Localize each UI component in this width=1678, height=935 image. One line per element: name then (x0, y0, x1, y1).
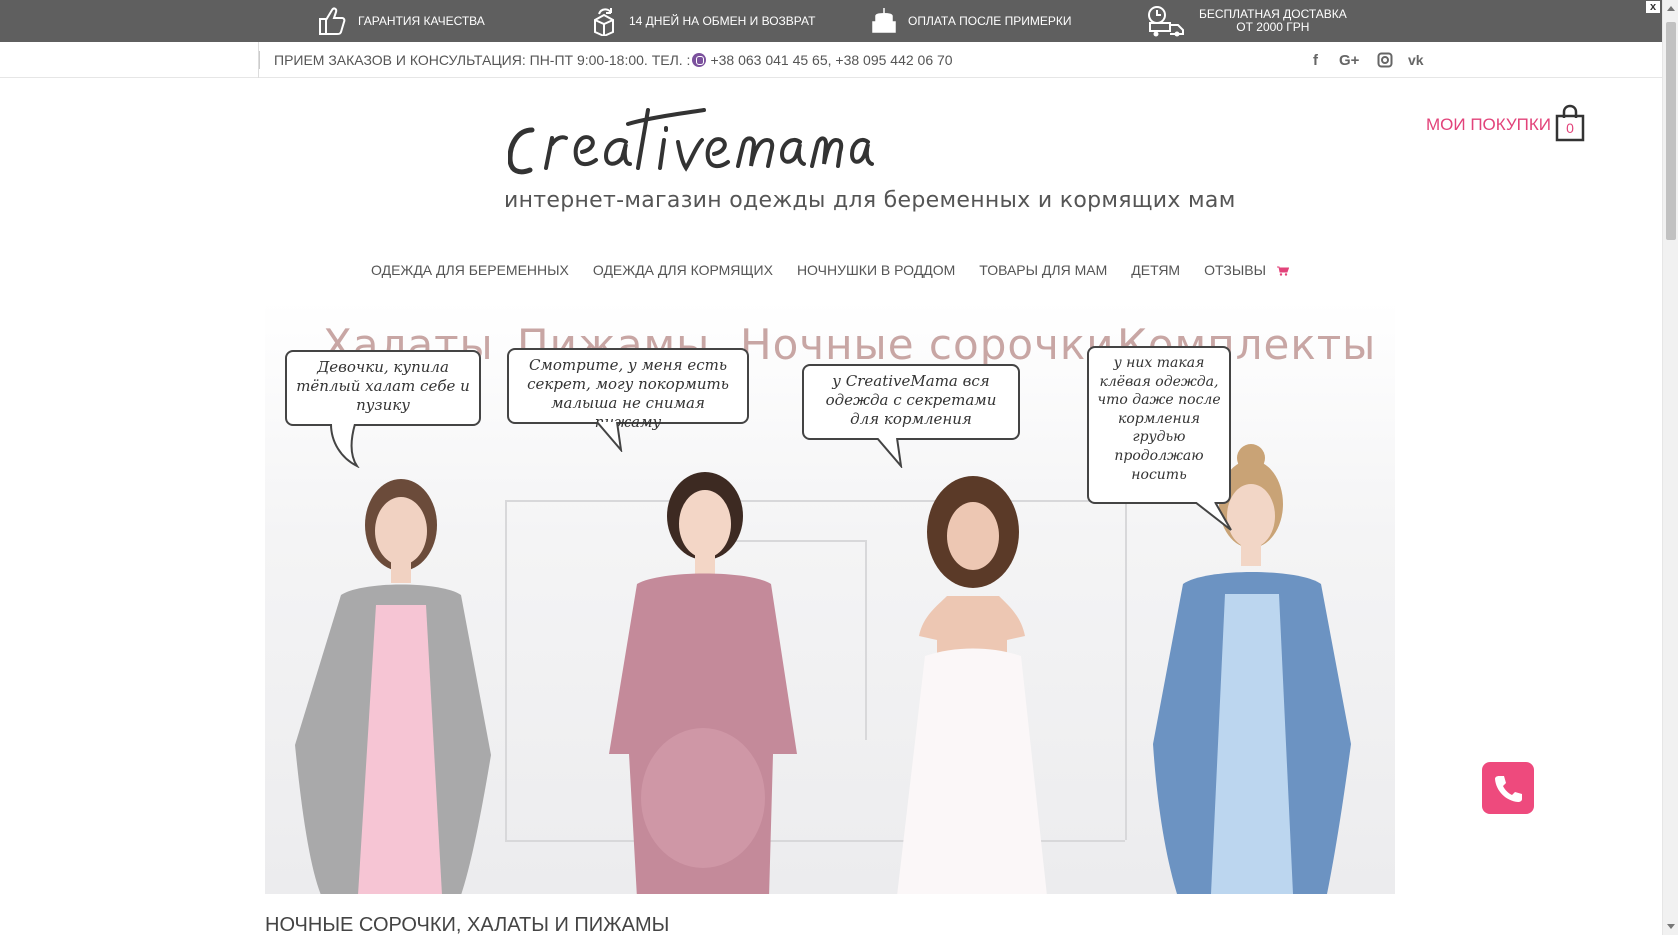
woman-gray-robe-image (295, 479, 491, 894)
section-title: НОЧНЫЕ СОРОЧКИ, ХАЛАТЫ И ПИЖАМЫ (265, 914, 670, 935)
nav-cart-icon[interactable] (1277, 266, 1289, 276)
nav-item-maternity-nightwear[interactable]: НОЧНУШКИ В РОДДОМ (797, 262, 955, 282)
speech-bubble-tail (1195, 502, 1232, 531)
contact-divider (259, 51, 260, 69)
speech-bubble-sets: у них такая клёвая одежда, что даже посл… (1087, 346, 1231, 504)
thumbs-up-icon (319, 7, 346, 35)
woman-blue-robe-image (1153, 444, 1351, 894)
main-nav: ОДЕЖДА ДЛЯ БЕРЕМЕННЫХ ОДЕЖДА ДЛЯ КОРМЯЩИ… (371, 262, 1266, 282)
hero-banner[interactable]: Халаты Пижамы Ночные сорочки Комплекты Д… (265, 300, 1395, 894)
scroll-down-arrow-icon[interactable] (1667, 924, 1675, 929)
page: ГАРАНТИЯ КАЧЕСТВА 14 ДНЕЙ НА ОБМЕН И ВОЗ… (0, 0, 1678, 935)
nav-item-reviews[interactable]: ОТЗЫВЫ (1204, 262, 1266, 282)
speech-bubble-tail (596, 422, 623, 452)
googleplus-icon[interactable]: G+ (1339, 42, 1359, 78)
return-box-icon (594, 8, 614, 36)
logo-tagline: интернет-магазин одежды для беременных и… (504, 188, 1236, 213)
call-button[interactable] (1482, 762, 1534, 814)
viber-icon (692, 53, 707, 67)
creativemama-logo[interactable] (508, 100, 874, 188)
promo-payment: ОПЛАТА ПОСЛЕ ПРИМЕРКИ (872, 0, 1071, 42)
promo-quality: ГАРАНТИЯ КАЧЕСТВА (318, 0, 485, 42)
contact-info: ПРИЕМ ЗАКАЗОВ И КОНСУЛЬТАЦИЯ: ПН-ПТ 9:00… (258, 42, 953, 78)
cake-payment-icon (872, 8, 896, 33)
speech-bubble-robe: Девочки, купила тёплый халат себе и пузи… (285, 350, 481, 426)
speech-bubble-nightgown: у CreativeMama вся одежда с секретами дл… (802, 364, 1020, 440)
phone-icon (1495, 776, 1522, 802)
promo-quality-text: ГАРАНТИЯ КАЧЕСТВА (358, 14, 485, 28)
woman-white-nightgown-image (897, 476, 1047, 894)
promo-return-text: 14 ДНЕЙ НА ОБМЕН И ВОЗВРАТ (629, 14, 816, 28)
nav-item-nursing[interactable]: ОДЕЖДА ДЛЯ КОРМЯЩИХ (593, 262, 773, 282)
scroll-thumb[interactable] (1666, 22, 1676, 240)
delivery-truck-icon (1148, 6, 1184, 37)
banner-category-nightgowns[interactable]: Ночные сорочки (740, 320, 1115, 369)
instagram-icon[interactable] (1377, 42, 1393, 78)
speech-bubble-pajama: Смотрите, у меня есть секрет, могу покор… (507, 348, 749, 431)
scroll-up-arrow-icon[interactable] (1667, 6, 1675, 11)
page-scrollbar[interactable] (1662, 0, 1678, 935)
vk-icon[interactable]: vk (1408, 42, 1424, 78)
nav-item-pregnant[interactable]: ОДЕЖДА ДЛЯ БЕРЕМЕННЫХ (371, 262, 569, 282)
speech-bubble-tail (876, 438, 903, 468)
promo-payment-text: ОПЛАТА ПОСЛЕ ПРИМЕРКИ (908, 14, 1072, 28)
promo-return: 14 ДНЕЙ НА ОБМЕН И ВОЗВРАТ (591, 0, 815, 42)
contact-phones[interactable]: +38 063 041 45 65, +38 095 442 06 70 (710, 52, 952, 68)
cart-count: 0 (1566, 120, 1574, 136)
promo-delivery: БЕСПЛАТНАЯ ДОСТАВКА ОТ 2000 ГРН (1147, 0, 1347, 42)
woman-mauve-pajama-image (609, 472, 797, 894)
promo-delivery-text: БЕСПЛАТНАЯ ДОСТАВКА ОТ 2000 ГРН (1199, 8, 1347, 34)
promo-bar: ГАРАНТИЯ КАЧЕСТВА 14 ДНЕЙ НА ОБМЕН И ВОЗ… (0, 0, 1662, 42)
contact-bar: ПРИЕМ ЗАКАЗОВ И КОНСУЛЬТАЦИЯ: ПН-ПТ 9:00… (0, 42, 1662, 78)
nav-item-mom-goods[interactable]: ТОВАРЫ ДЛЯ МАМ (979, 262, 1107, 282)
promo-delivery-line2: ОТ 2000 ГРН (1236, 20, 1310, 34)
contact-hours-label: ПРИЕМ ЗАКАЗОВ И КОНСУЛЬТАЦИЯ: ПН-ПТ 9:00… (274, 52, 691, 68)
nav-item-kids[interactable]: ДЕТЯМ (1131, 262, 1180, 282)
promo-close-button[interactable]: x (1646, 1, 1660, 13)
speech-bubble-tail (330, 424, 360, 468)
my-purchases-link[interactable]: МОИ ПОКУПКИ (1426, 110, 1551, 140)
facebook-icon[interactable]: f (1313, 42, 1318, 78)
